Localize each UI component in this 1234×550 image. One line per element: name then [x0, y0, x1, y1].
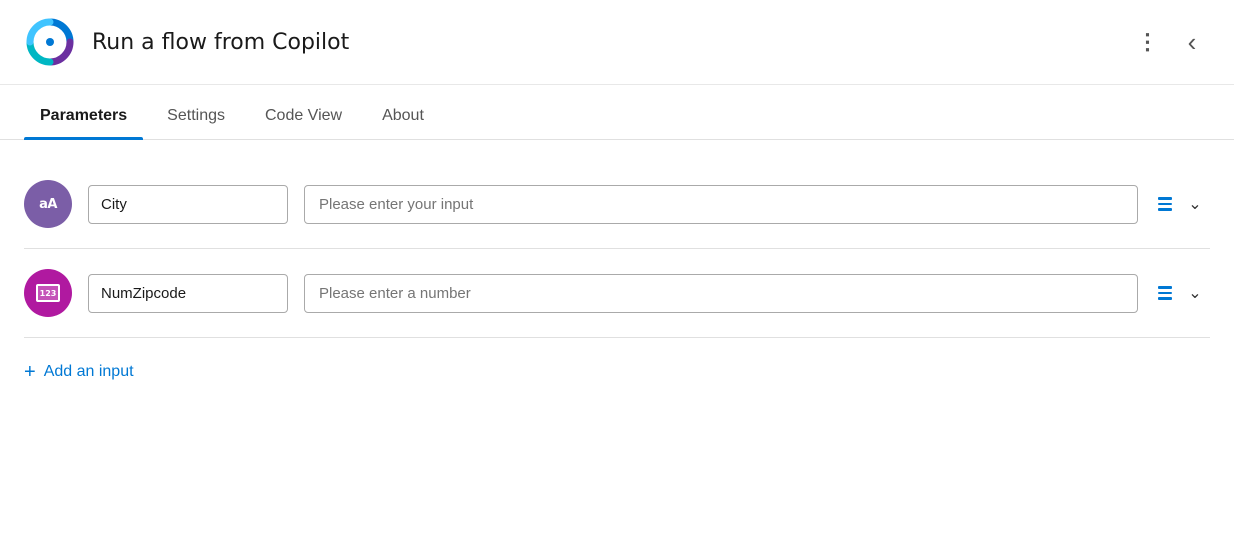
numzipcode-value-input[interactable]	[304, 274, 1138, 313]
page-title: Run a flow from Copilot	[92, 30, 1130, 55]
tab-parameters[interactable]: Parameters	[24, 93, 143, 139]
city-value-input[interactable]	[304, 185, 1138, 224]
tab-bar: Parameters Settings Code View About	[0, 93, 1234, 140]
numzipcode-name-field[interactable]	[88, 274, 288, 313]
city-avatar: aA	[24, 180, 72, 228]
more-icon: ⋮	[1137, 29, 1160, 55]
app-header: Run a flow from Copilot ⋮ ‹	[0, 0, 1234, 85]
tab-settings[interactable]: Settings	[151, 93, 241, 139]
plus-icon: +	[24, 362, 36, 382]
numzipcode-num-icon: 123	[36, 284, 60, 302]
numzipcode-chevron-down-icon: ⌄	[1188, 283, 1201, 303]
more-options-button[interactable]: ⋮	[1130, 24, 1166, 60]
city-menu-icon[interactable]	[1154, 193, 1176, 215]
numzipcode-avatar: 123	[24, 269, 72, 317]
numzipcode-input-row: 123 ⌄	[24, 249, 1210, 338]
numzipcode-menu-icon[interactable]	[1154, 282, 1176, 304]
back-button[interactable]: ‹	[1174, 24, 1210, 60]
tab-code-view[interactable]: Code View	[249, 93, 358, 139]
numzipcode-row-actions: ⌄	[1154, 278, 1210, 308]
back-icon: ‹	[1188, 29, 1197, 55]
numzipcode-avatar-label: 123	[40, 289, 57, 298]
city-row-actions: ⌄	[1154, 189, 1210, 219]
numzipcode-avatar-content: 123	[36, 284, 60, 302]
add-input-label: Add an input	[44, 363, 134, 381]
header-actions: ⋮ ‹	[1130, 24, 1210, 60]
city-expand-button[interactable]: ⌄	[1180, 189, 1210, 219]
city-chevron-down-icon: ⌄	[1188, 194, 1201, 214]
tab-about[interactable]: About	[366, 93, 440, 139]
add-input-button[interactable]: + Add an input	[24, 358, 134, 386]
city-avatar-label: aA	[39, 197, 57, 212]
city-name-field[interactable]	[88, 185, 288, 224]
parameters-panel: aA ⌄ 123	[0, 140, 1234, 410]
app-logo	[24, 16, 76, 68]
numzipcode-expand-button[interactable]: ⌄	[1180, 278, 1210, 308]
city-input-row: aA ⌄	[24, 172, 1210, 249]
